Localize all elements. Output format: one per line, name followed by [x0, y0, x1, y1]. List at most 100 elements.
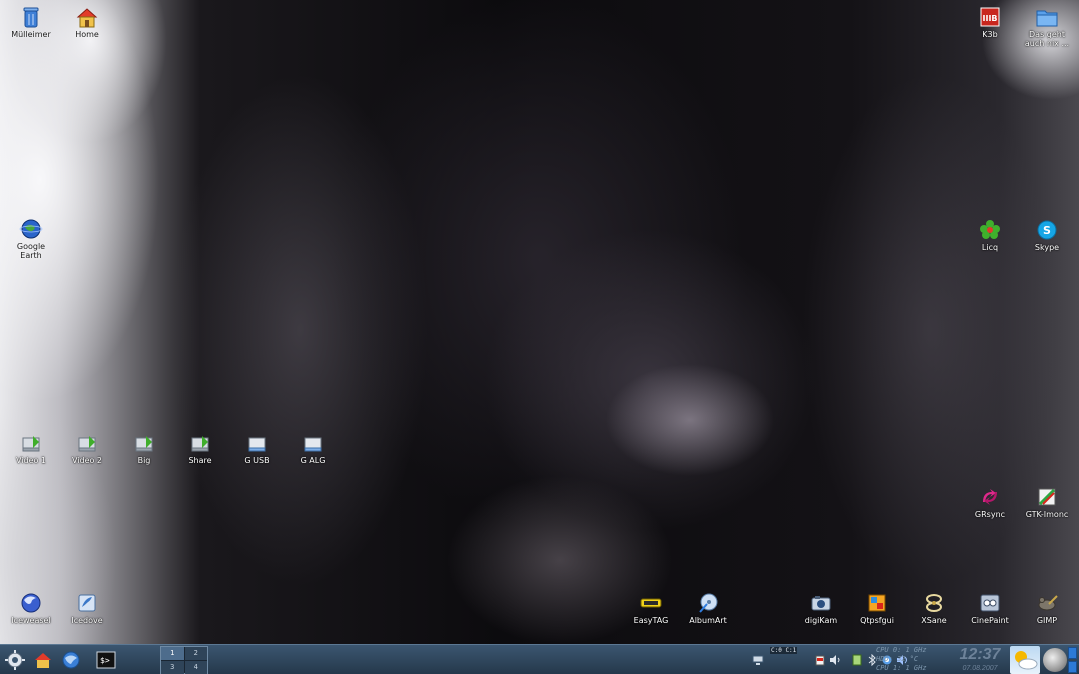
- taskbar: $> 1 2 3 4 C:0 C:1 CPU 0: 1 GHz HDD: 32 …: [0, 644, 1079, 674]
- desktop-icon-label: Skype: [1034, 243, 1060, 252]
- home-folder-icon: [76, 8, 98, 28]
- desktop-icon-google-earth[interactable]: Google Earth: [0, 218, 62, 260]
- cpu0-readout: CPU 0: 1 GHz: [876, 646, 927, 654]
- home-launcher[interactable]: [31, 648, 55, 672]
- network-drive-icon: [135, 436, 153, 452]
- desktop-icon-gtkimonc[interactable]: GTK-Imonc: [1016, 486, 1078, 519]
- panel-hide-button-top[interactable]: [1068, 647, 1077, 659]
- desktop-icon-qtpsfgui[interactable]: Qtpsfgui: [846, 592, 908, 625]
- svg-text:$>: $>: [100, 656, 110, 665]
- desktop-icon-galg[interactable]: G ALG: [282, 432, 344, 465]
- google-earth-icon: [19, 219, 43, 239]
- svg-text:IIIB: IIIB: [982, 14, 997, 23]
- desktop-icon-label: Qtpsfgui: [860, 616, 894, 625]
- desktop-icon-label: GIMP: [1036, 616, 1058, 625]
- desktop-icon-xsane[interactable]: XSane: [903, 592, 965, 625]
- folder-icon: [1036, 10, 1058, 27]
- pager-desktop-3[interactable]: 3: [161, 661, 184, 674]
- kde-menu-icon: [5, 650, 25, 670]
- desktop-icon-label: GTK-Imonc: [1025, 510, 1069, 519]
- panel-hide-buttons: [1068, 647, 1078, 674]
- desktop-icon-label: Big: [137, 456, 151, 465]
- desktop-icon-video1[interactable]: Video 1: [0, 432, 62, 465]
- pager-desktop-1[interactable]: 1: [161, 647, 184, 660]
- weather-icon[interactable]: [1010, 646, 1040, 674]
- desktop-icon-label: Home: [75, 30, 99, 39]
- desktop-icon-label: Google Earth: [16, 242, 46, 260]
- desktop-icon-skype[interactable]: S Skype: [1016, 219, 1078, 252]
- network-drive-icon: [191, 436, 209, 452]
- moon-phase-icon[interactable]: [1043, 648, 1067, 672]
- desktop-icon-label: CinePaint: [971, 616, 1009, 625]
- desktop-icon-big[interactable]: Big: [113, 432, 175, 465]
- desktop-icon-trash[interactable]: Mülleimer: [0, 6, 62, 39]
- desktop-icon-label: Video 1: [15, 456, 47, 465]
- desktop-icon-home[interactable]: Home: [56, 6, 118, 39]
- notes-icon[interactable]: [851, 654, 863, 666]
- skype-icon: S: [1037, 220, 1057, 240]
- desktop-icon-iceweasel[interactable]: Iceweasel: [0, 592, 62, 625]
- desktop-icon-gusb[interactable]: G USB: [226, 432, 288, 465]
- gtkimonc-icon: [1038, 488, 1056, 506]
- drive-icon: [248, 437, 266, 452]
- desktop-icon-label: GRsync: [974, 510, 1006, 519]
- icedove-icon: [78, 594, 96, 612]
- desktop-icon-albumart[interactable]: AlbumArt: [677, 592, 739, 625]
- drive-icon: [304, 437, 322, 452]
- desktop-icon-easytag[interactable]: EasyTAG: [620, 592, 682, 625]
- browser-globe-icon: [62, 651, 80, 669]
- qtpsfgui-icon: [868, 594, 886, 612]
- desktop-icon-folder[interactable]: Das geht auch nix ...: [1016, 6, 1078, 48]
- easytag-icon: [640, 598, 662, 608]
- desktop-icon-label: Icedove: [71, 616, 103, 625]
- clock-time: 12:37: [959, 646, 1001, 663]
- system-monitor[interactable]: CPU 0: 1 GHz HDD: 32 °C CPU 1: 1 GHz: [876, 646, 950, 673]
- network-icon[interactable]: [752, 654, 764, 666]
- grsync-icon: [983, 489, 997, 505]
- browser-launcher[interactable]: [59, 648, 83, 672]
- klipper-icon[interactable]: [814, 654, 826, 666]
- home-icon: [35, 653, 51, 668]
- terminal-launcher[interactable]: $>: [94, 648, 118, 672]
- cinepaint-icon: [980, 594, 1000, 612]
- svg-text:S: S: [1043, 224, 1051, 237]
- pager-desktop-4[interactable]: 4: [184, 661, 207, 674]
- desktop-icon-video2[interactable]: Video 2: [56, 432, 118, 465]
- pager-desktop-2[interactable]: 2: [184, 647, 207, 660]
- desktop-icon-label: K3b: [982, 30, 998, 39]
- panel-hide-button-bottom[interactable]: [1068, 661, 1077, 673]
- clock[interactable]: 12:37 07.08.2007: [952, 645, 1008, 673]
- xsane-icon: [926, 594, 942, 612]
- desktop-icon-share[interactable]: Share: [169, 432, 231, 465]
- desktop-icon-digikam[interactable]: digiKam: [790, 592, 852, 625]
- digikam-icon: [811, 596, 831, 611]
- cpu1-readout: CPU 1: 1 GHz: [876, 664, 927, 672]
- desktop-icon-grsync[interactable]: GRsync: [959, 486, 1021, 519]
- gimp-icon: [1038, 595, 1058, 611]
- desktop-icon-label: G ALG: [300, 456, 326, 465]
- clock-date: 07.08.2007: [962, 665, 998, 672]
- k3b-icon: IIIB: [980, 7, 1000, 27]
- kde-menu-button[interactable]: [3, 648, 27, 672]
- desktop-icon-label: digiKam: [804, 616, 838, 625]
- desktop-icon-label: XSane: [921, 616, 947, 625]
- cpu-frequency-indicator[interactable]: C:0 C:1: [770, 647, 798, 654]
- desktop-icon-gimp[interactable]: GIMP: [1016, 592, 1078, 625]
- desktop-icon-label: AlbumArt: [689, 616, 727, 625]
- hdd-temp-readout: HDD: 32 °C: [876, 655, 919, 663]
- desktop-icon-k3b[interactable]: IIIB K3b: [959, 6, 1021, 39]
- desktop-icon-label: Das geht auch nix ...: [1024, 30, 1070, 48]
- desktop-icon-icedove[interactable]: Icedove: [56, 592, 118, 625]
- desktop-icon-label: Iceweasel: [11, 616, 51, 625]
- desktop-pager: 1 2 3 4: [160, 646, 208, 674]
- iceweasel-icon: [21, 593, 41, 613]
- volume-icon[interactable]: [829, 654, 841, 666]
- desktop-icon-licq[interactable]: Licq: [959, 219, 1021, 252]
- licq-flower-icon: [980, 220, 1000, 239]
- desktop-icon-label: EasyTAG: [633, 616, 669, 625]
- desktop-icon-label: Mülleimer: [11, 30, 51, 39]
- network-drive-icon: [78, 436, 96, 452]
- desktop-icon-cinepaint[interactable]: CinePaint: [959, 592, 1021, 625]
- desktop-icon-label: Licq: [981, 243, 999, 252]
- desktop-icon-label: Share: [188, 456, 212, 465]
